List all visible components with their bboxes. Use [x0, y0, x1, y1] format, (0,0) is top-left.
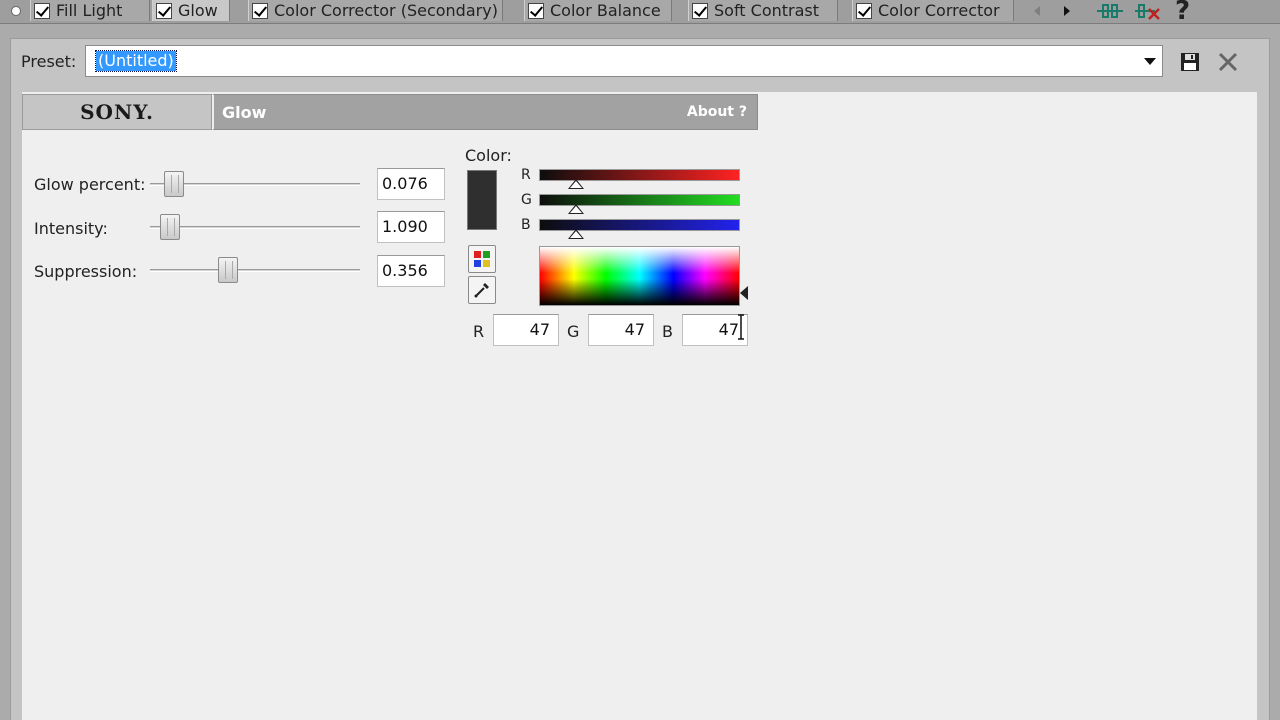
help-icon[interactable]: ?	[1175, 0, 1190, 26]
intensity-slider-thumb[interactable]	[159, 214, 180, 240]
r-value-input[interactable]: 47	[493, 314, 559, 346]
plugin-panel: SONY. Glow About ? Glow percent: 0.076 I…	[10, 84, 1270, 720]
preset-value[interactable]: (Untitled)	[95, 50, 177, 72]
about-button[interactable]: About ?	[687, 104, 747, 120]
color-corrector-bypass-checkbox[interactable]	[856, 2, 872, 19]
suppression-input[interactable]: 0.356	[377, 255, 445, 287]
sony-logo: SONY.	[22, 94, 212, 130]
plugin-name: Glow	[222, 103, 267, 122]
chevron-down-icon[interactable]	[1144, 58, 1156, 65]
soft-contrast-bypass-checkbox[interactable]	[692, 2, 708, 19]
scroll-right-button[interactable]	[1056, 2, 1078, 20]
effect-chain-bar: Fill Light Glow Color Corrector (Seconda…	[0, 0, 1280, 26]
text-cursor-icon	[738, 314, 744, 340]
intensity-slider-track[interactable]	[150, 226, 360, 229]
plugin-header: SONY. Glow About ?	[22, 94, 758, 130]
b-field-label: B	[662, 322, 673, 341]
tab-glow[interactable]: Glow	[152, 0, 230, 21]
scroll-left-button[interactable]	[1026, 2, 1048, 20]
palette-icon	[474, 251, 490, 267]
preset-row: Preset: (Untitled)	[10, 38, 1270, 84]
tab-color-corrector[interactable]: Color Corrector	[852, 0, 1014, 21]
preset-dropdown[interactable]: (Untitled)	[85, 45, 1163, 77]
glow-bypass-checkbox[interactable]	[156, 2, 172, 19]
green-channel-marker[interactable]	[567, 204, 584, 214]
arrow-left-icon	[1034, 6, 1040, 16]
tab-color-balance[interactable]: Color Balance	[524, 0, 672, 21]
red-channel-marker[interactable]	[567, 179, 584, 189]
plugin-title-bar: Glow About ?	[212, 94, 758, 130]
plug-in-chain-icon[interactable]	[1096, 1, 1124, 21]
suppression-slider-track[interactable]	[150, 269, 360, 272]
intensity-label: Intensity:	[34, 219, 108, 238]
suppression-slider-thumb[interactable]	[217, 257, 238, 283]
arrow-right-icon	[1064, 6, 1070, 16]
channel-g-label: G	[521, 192, 532, 208]
g-field-label: G	[567, 322, 580, 341]
glow-properties: SONY. Glow About ? Glow percent: 0.076 I…	[22, 92, 1257, 720]
tab-label: Color Corrector	[878, 1, 1000, 20]
color-swatch	[467, 170, 497, 230]
tab-label: Fill Light	[56, 1, 123, 20]
chain-start-bullet[interactable]	[11, 6, 21, 16]
color-balance-bypass-checkbox[interactable]	[528, 2, 544, 19]
suppression-label: Suppression:	[34, 262, 138, 281]
color-spectrum[interactable]	[539, 246, 740, 306]
channel-r-label: R	[521, 167, 531, 183]
g-value-input[interactable]: 47	[588, 314, 654, 346]
tab-fill-light[interactable]: Fill Light	[30, 0, 150, 21]
tab-label: Color Corrector (Secondary)	[274, 1, 498, 20]
eyedropper-icon	[474, 283, 489, 298]
remove-plug-in-icon[interactable]	[1134, 1, 1162, 21]
intensity-input[interactable]: 1.090	[377, 211, 445, 243]
r-field-label: R	[473, 322, 485, 341]
color-palette-button[interactable]	[468, 245, 496, 273]
tab-label: Color Balance	[550, 1, 661, 20]
color-label: Color:	[465, 146, 512, 165]
glow-percent-slider-thumb[interactable]	[164, 171, 185, 197]
color-corrector-secondary-bypass-checkbox[interactable]	[252, 2, 268, 19]
glow-percent-label: Glow percent:	[34, 175, 146, 194]
blue-channel-marker[interactable]	[567, 229, 584, 239]
channel-b-label: B	[521, 217, 531, 233]
tab-color-corrector-secondary[interactable]: Color Corrector (Secondary)	[248, 0, 503, 21]
fill-light-bypass-checkbox[interactable]	[34, 2, 50, 19]
delete-preset-icon[interactable]	[1217, 51, 1239, 73]
glow-percent-input[interactable]: 0.076	[377, 168, 445, 200]
eyedropper-button[interactable]	[468, 276, 496, 304]
tab-label: Glow	[178, 1, 218, 20]
preset-label: Preset:	[21, 52, 77, 71]
brightness-marker[interactable]	[740, 286, 748, 300]
tab-label: Soft Contrast	[714, 1, 820, 20]
save-preset-icon[interactable]	[1179, 51, 1201, 73]
tab-soft-contrast[interactable]: Soft Contrast	[688, 0, 838, 21]
